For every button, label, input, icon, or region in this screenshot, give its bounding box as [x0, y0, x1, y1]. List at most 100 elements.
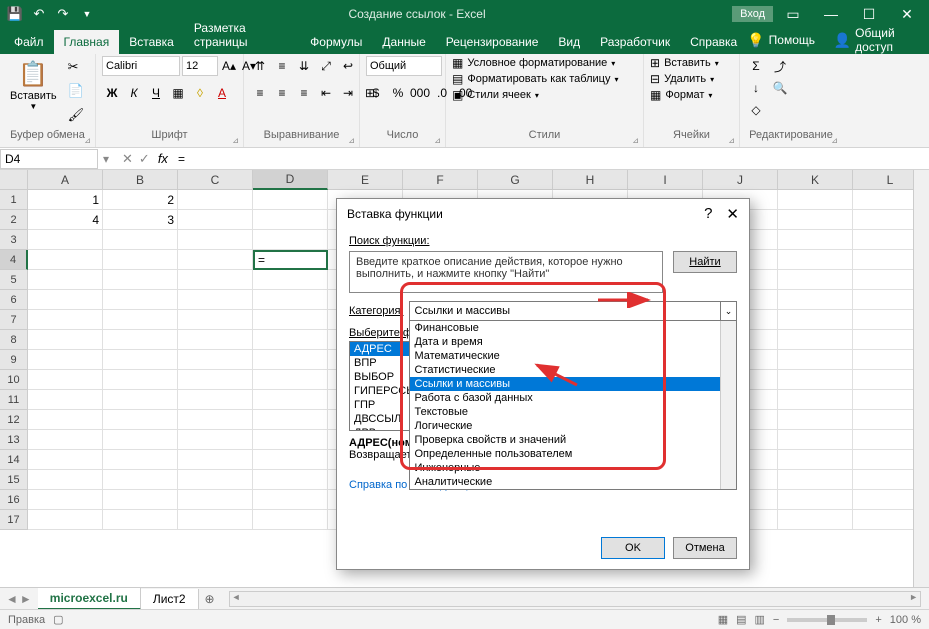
dropdown-item[interactable]: Финансовые: [410, 321, 736, 335]
sheet-next-icon[interactable]: ►: [20, 592, 32, 606]
cell[interactable]: [253, 190, 328, 210]
cell[interactable]: [778, 310, 853, 330]
macro-record-icon[interactable]: ▢: [53, 613, 63, 626]
fill-icon[interactable]: ↓: [746, 78, 766, 98]
select-all-corner[interactable]: [0, 170, 28, 190]
name-box-dropdown-icon[interactable]: ▾: [98, 152, 114, 166]
row-header[interactable]: 1: [0, 190, 28, 210]
cell[interactable]: [778, 410, 853, 430]
cell[interactable]: [778, 290, 853, 310]
formula-input[interactable]: =: [174, 152, 929, 166]
dialog-help-icon[interactable]: ?: [704, 205, 712, 223]
dropdown-scrollbar[interactable]: [720, 321, 736, 489]
save-icon[interactable]: 💾: [6, 5, 24, 23]
cell[interactable]: [28, 450, 103, 470]
cell[interactable]: [103, 310, 178, 330]
dropdown-item[interactable]: Текстовые: [410, 405, 736, 419]
cell[interactable]: [178, 410, 253, 430]
cell[interactable]: [178, 390, 253, 410]
cell[interactable]: [103, 290, 178, 310]
row-header[interactable]: 5: [0, 270, 28, 290]
cell[interactable]: [253, 350, 328, 370]
copy-icon[interactable]: 📄: [65, 80, 88, 102]
cell[interactable]: [103, 510, 178, 530]
grow-font-icon[interactable]: A▴: [220, 56, 238, 76]
ribbon-options-icon[interactable]: ▭: [775, 0, 811, 28]
insert-cells-button[interactable]: Вставить: [664, 57, 711, 69]
dialog-close-icon[interactable]: ✕: [726, 205, 739, 223]
cell[interactable]: [778, 330, 853, 350]
close-icon[interactable]: ✕: [889, 0, 925, 28]
cell[interactable]: [178, 250, 253, 270]
autosum-icon[interactable]: Σ: [746, 56, 766, 76]
col-header[interactable]: E: [328, 170, 403, 190]
align-middle-icon[interactable]: ≡: [272, 56, 292, 76]
dropdown-item[interactable]: Статистические: [410, 363, 736, 377]
chevron-down-icon[interactable]: ⌄: [720, 302, 736, 320]
cell[interactable]: 4: [28, 210, 103, 230]
format-cells-button[interactable]: Формат: [665, 89, 704, 101]
col-header[interactable]: A: [28, 170, 103, 190]
cell[interactable]: [253, 410, 328, 430]
row-header[interactable]: 16: [0, 490, 28, 510]
underline-button[interactable]: Ч: [146, 83, 166, 103]
col-header[interactable]: I: [628, 170, 703, 190]
cell[interactable]: [178, 310, 253, 330]
cell[interactable]: [28, 510, 103, 530]
dropdown-item[interactable]: Аналитические: [410, 475, 736, 489]
fill-color-icon[interactable]: ◊: [190, 83, 210, 103]
number-format-combo[interactable]: Общий: [366, 56, 442, 76]
cell[interactable]: [28, 370, 103, 390]
zoom-out-icon[interactable]: −: [773, 614, 779, 626]
add-sheet-icon[interactable]: ⊕: [199, 592, 221, 606]
cell[interactable]: [28, 430, 103, 450]
cell[interactable]: [103, 450, 178, 470]
minimize-icon[interactable]: —: [813, 0, 849, 28]
cell[interactable]: [253, 510, 328, 530]
cell[interactable]: [253, 430, 328, 450]
row-header[interactable]: 10: [0, 370, 28, 390]
cell[interactable]: [253, 450, 328, 470]
cell[interactable]: [253, 210, 328, 230]
cell[interactable]: [178, 270, 253, 290]
cell[interactable]: [253, 390, 328, 410]
align-left-icon[interactable]: ≡: [250, 83, 270, 103]
tell-me[interactable]: Помощь: [769, 33, 815, 47]
paste-button[interactable]: 📋 Вставить ▼: [6, 56, 61, 113]
tab-developer[interactable]: Разработчик: [590, 30, 680, 54]
search-input[interactable]: Введите краткое описание действия, котор…: [349, 251, 663, 293]
cell[interactable]: [28, 350, 103, 370]
cell[interactable]: [28, 230, 103, 250]
col-header[interactable]: G: [478, 170, 553, 190]
cell[interactable]: [103, 370, 178, 390]
tab-insert[interactable]: Вставка: [119, 30, 184, 54]
row-header[interactable]: 8: [0, 330, 28, 350]
cell[interactable]: [103, 350, 178, 370]
login-button[interactable]: Вход: [732, 6, 773, 22]
clear-icon[interactable]: ◇: [746, 100, 766, 120]
cell[interactable]: [178, 510, 253, 530]
cell[interactable]: [178, 370, 253, 390]
fx-icon[interactable]: fx: [158, 151, 174, 166]
sort-filter-icon[interactable]: ⤴: [770, 56, 790, 76]
cell[interactable]: [28, 490, 103, 510]
redo-icon[interactable]: ↷: [54, 5, 72, 23]
font-size-combo[interactable]: 12: [182, 56, 218, 76]
cell[interactable]: [178, 350, 253, 370]
dropdown-item[interactable]: Работа с базой данных: [410, 391, 736, 405]
align-top-icon[interactable]: ⇈: [250, 56, 270, 76]
cell[interactable]: [103, 390, 178, 410]
cell[interactable]: [103, 490, 178, 510]
border-icon[interactable]: ▦: [168, 83, 188, 103]
row-header[interactable]: 11: [0, 390, 28, 410]
cell[interactable]: =: [253, 250, 328, 270]
indent-dec-icon[interactable]: ⇤: [316, 83, 336, 103]
align-center-icon[interactable]: ≡: [272, 83, 292, 103]
cell[interactable]: [28, 470, 103, 490]
tab-file[interactable]: Файл: [4, 30, 54, 54]
cell[interactable]: [28, 270, 103, 290]
cell[interactable]: [28, 330, 103, 350]
row-header[interactable]: 9: [0, 350, 28, 370]
comma-icon[interactable]: 000: [410, 83, 430, 103]
col-header[interactable]: D: [253, 170, 328, 190]
